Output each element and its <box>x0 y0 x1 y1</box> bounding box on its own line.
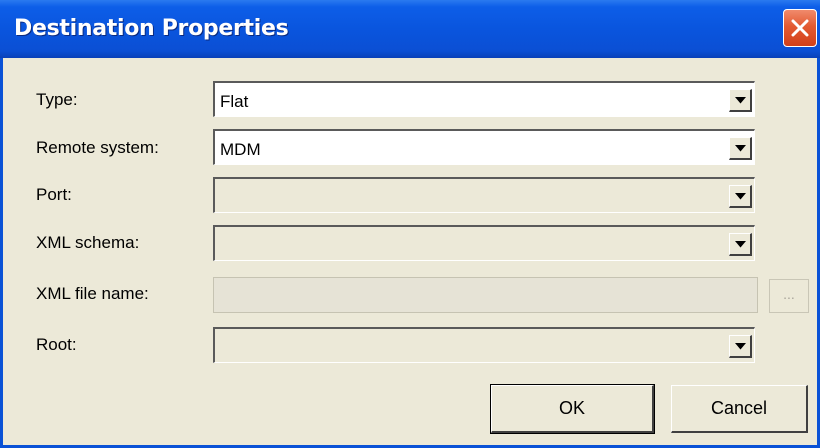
type-label: Type: <box>36 90 78 109</box>
port-dropdown[interactable] <box>213 177 755 213</box>
title-bar[interactable]: Destination Properties <box>0 0 820 58</box>
type-dropdown[interactable]: Flat <box>213 81 755 117</box>
root-dropdown[interactable] <box>213 327 755 363</box>
cancel-button[interactable]: Cancel <box>671 385 808 433</box>
remote-system-value: MDM <box>220 140 261 159</box>
close-button[interactable] <box>783 9 817 47</box>
port-label: Port: <box>36 185 72 204</box>
close-icon <box>791 19 809 37</box>
root-label: Root: <box>36 335 77 354</box>
remote-system-dropdown-button[interactable] <box>729 137 752 160</box>
chevron-down-icon <box>735 145 746 152</box>
xml-schema-label: XML schema: <box>36 233 140 252</box>
chevron-down-icon <box>735 193 746 200</box>
xml-schema-dropdown[interactable] <box>213 225 755 261</box>
remote-system-label: Remote system: <box>36 138 159 157</box>
browse-button[interactable]: ... <box>769 279 809 313</box>
chevron-down-icon <box>735 343 746 350</box>
remote-system-dropdown[interactable]: MDM <box>213 129 755 165</box>
xml-file-name-input[interactable] <box>213 277 758 313</box>
dialog-title: Destination Properties <box>14 16 289 41</box>
port-dropdown-button[interactable] <box>729 185 752 208</box>
xml-schema-dropdown-button[interactable] <box>729 233 752 256</box>
type-value: Flat <box>220 92 249 111</box>
ok-button[interactable]: OK <box>490 384 655 434</box>
type-dropdown-button[interactable] <box>729 89 752 112</box>
destination-properties-dialog: Destination Properties Type: Flat Remote… <box>0 0 820 448</box>
chevron-down-icon <box>735 97 746 104</box>
root-dropdown-button[interactable] <box>729 335 752 358</box>
xml-file-name-label: XML file name: <box>36 284 149 303</box>
chevron-down-icon <box>735 241 746 248</box>
